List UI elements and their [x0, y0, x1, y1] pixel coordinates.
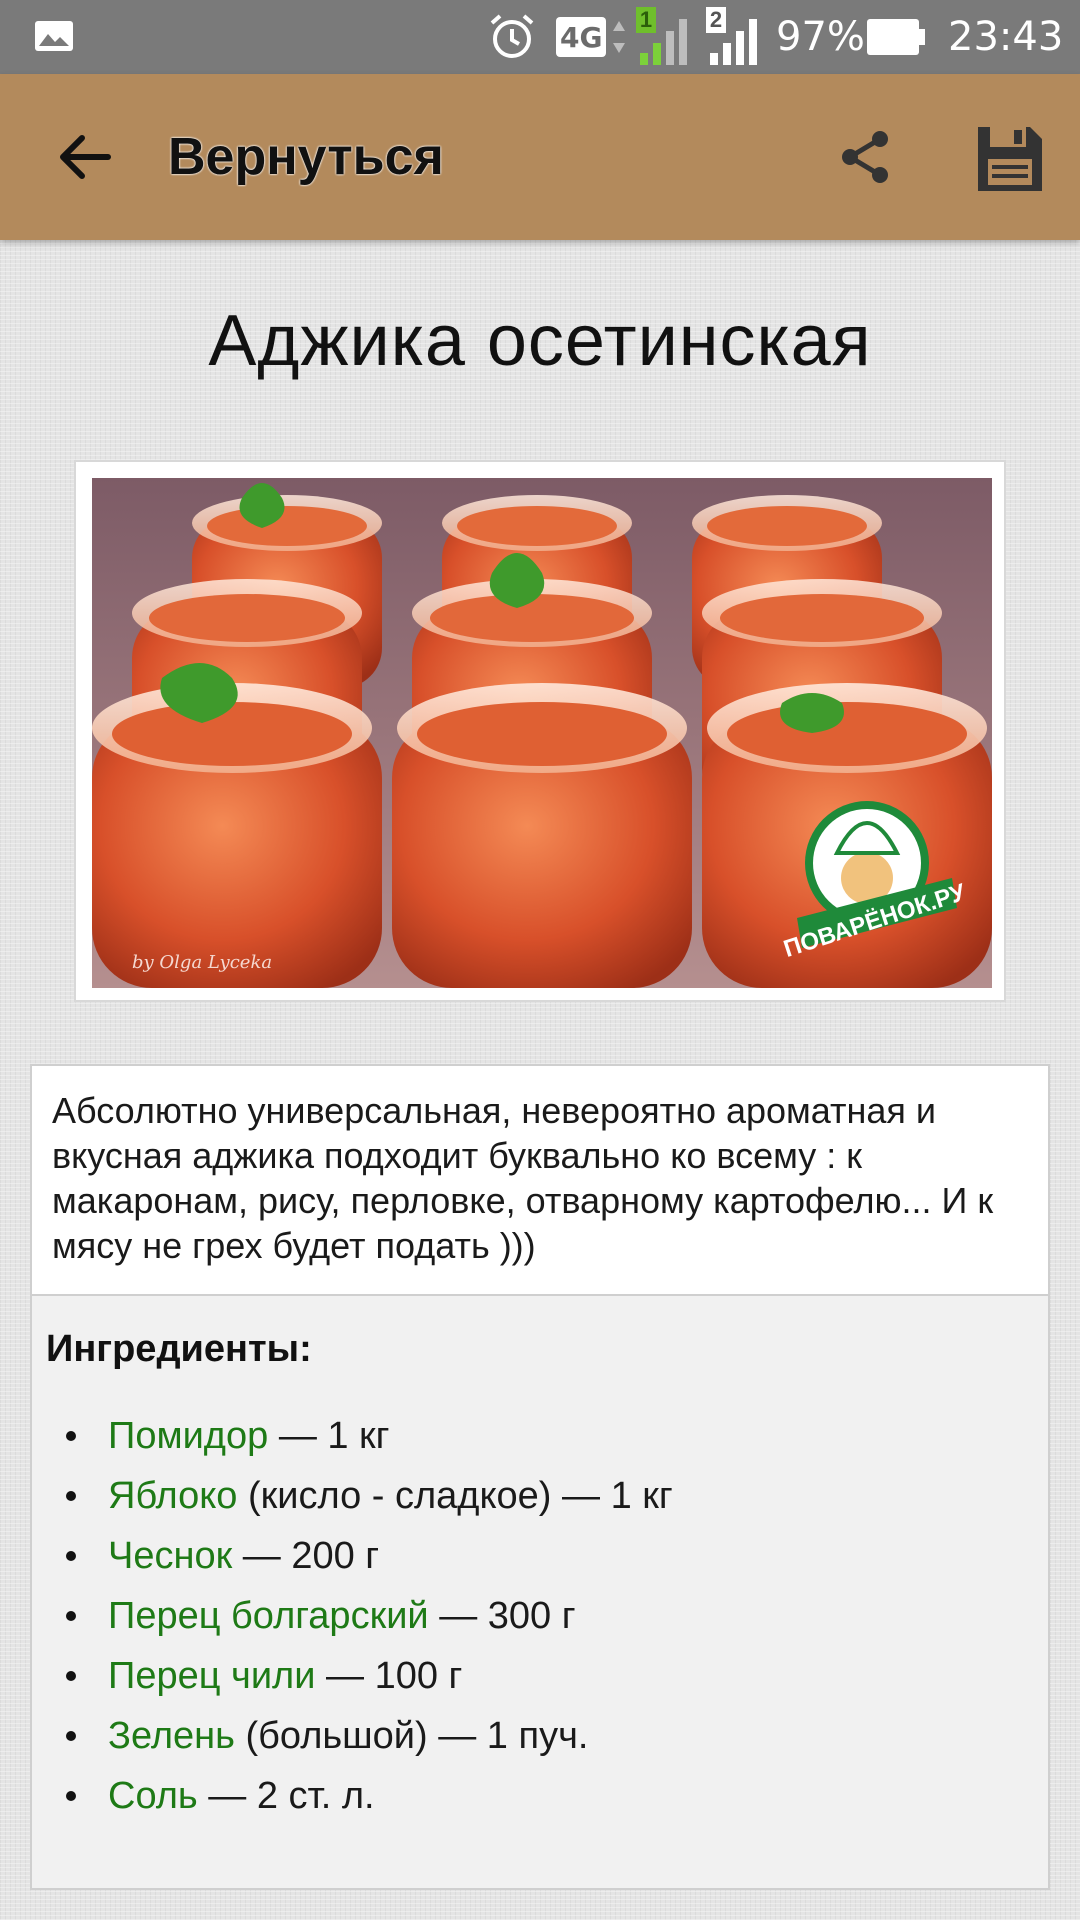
ingredient-link[interactable]: Перец чили [108, 1655, 315, 1698]
bullet-icon [66, 1731, 76, 1741]
ingredient-note: (кисло - сладкое) — 1 кг [247, 1474, 673, 1517]
network-type-badge: 4G [556, 0, 628, 74]
ingredient-item: Помидор — 1 кг [32, 1406, 1032, 1466]
image-notification-icon [35, 21, 73, 51]
sim2-signal-icon: 2 [706, 0, 760, 74]
description-card: Абсолютно универсальная, невероятно аром… [30, 1064, 1050, 1296]
battery-icon [866, 0, 926, 74]
app-bar: Вернуться [0, 74, 1080, 240]
sim1-signal-icon: 1 [636, 0, 690, 74]
recipe-photo[interactable]: ПОВАРЁНОК.РУ by Olga Lyceka [92, 478, 992, 988]
network-type-label: 4G [560, 20, 603, 54]
ingredient-item: Перец чили — 100 г [32, 1646, 1032, 1706]
alarm-icon [486, 0, 538, 74]
ingredient-link[interactable]: Соль [108, 1775, 198, 1818]
bullet-icon [66, 1551, 76, 1561]
ingredient-item: Зелень (большой) — 1 пуч. [32, 1706, 1032, 1766]
ingredient-amount: — 2 ст. л. [208, 1774, 375, 1817]
share-button[interactable] [830, 122, 900, 192]
ingredient-link[interactable]: Яблоко [108, 1475, 237, 1518]
battery-percent: 97% [776, 14, 865, 60]
floppy-disk-icon [978, 127, 1042, 191]
ingredient-item: Соль — 2 ст. л. [32, 1766, 1032, 1826]
ingredient-link[interactable]: Чеснок [108, 1535, 232, 1578]
ingredient-item: Яблоко (кисло - сладкое) — 1 кг [32, 1466, 1032, 1526]
ingredients-list: Помидор — 1 кг Яблоко (кисло - сладкое) … [32, 1406, 1032, 1826]
save-button[interactable] [965, 114, 1055, 204]
recipe-photo-frame: ПОВАРЁНОК.РУ by Olga Lyceka [74, 460, 1006, 1002]
sim1-label: 1 [636, 7, 656, 33]
arrow-left-icon [60, 135, 111, 179]
ingredient-amount: — 100 г [326, 1654, 463, 1697]
ingredient-link[interactable]: Перец болгарский [108, 1595, 429, 1638]
share-icon [842, 131, 888, 183]
recipe-description: Абсолютно универсальная, невероятно аром… [52, 1090, 994, 1266]
bullet-icon [66, 1611, 76, 1621]
ingredient-link[interactable]: Зелень [108, 1715, 235, 1758]
bullet-icon [66, 1491, 76, 1501]
adjika-jars-image: ПОВАРЁНОК.РУ by Olga Lyceka [92, 478, 992, 988]
ingredient-item: Чеснок — 200 г [32, 1526, 1032, 1586]
ingredient-amount: — 300 г [439, 1594, 576, 1637]
bullet-icon [66, 1791, 76, 1801]
recipe-title: Аджика осетинская [208, 301, 872, 381]
ingredient-link[interactable]: Помидор [108, 1415, 268, 1458]
ingredient-item: Перец болгарский — 300 г [32, 1586, 1032, 1646]
sim2-label: 2 [706, 7, 726, 33]
back-label[interactable]: Вернуться [168, 122, 444, 192]
status-bar: 4G 1 2 97% 23:43 [0, 0, 1080, 74]
bullet-icon [66, 1431, 76, 1441]
ingredient-note: (большой) — 1 пуч. [245, 1714, 589, 1757]
back-button[interactable] [50, 122, 120, 192]
photo-signature: by Olga Lyceka [132, 952, 272, 973]
ingredient-amount: — 1 кг [278, 1414, 390, 1457]
ingredients-heading: Ингредиенты: [46, 1328, 312, 1370]
clock: 23:43 [948, 14, 1064, 60]
bullet-icon [66, 1671, 76, 1681]
ingredients-card: Ингредиенты: Помидор — 1 кг Яблоко (кисл… [30, 1296, 1050, 1890]
data-arrows-icon [613, 21, 626, 53]
ingredient-amount: — 200 г [242, 1534, 380, 1577]
